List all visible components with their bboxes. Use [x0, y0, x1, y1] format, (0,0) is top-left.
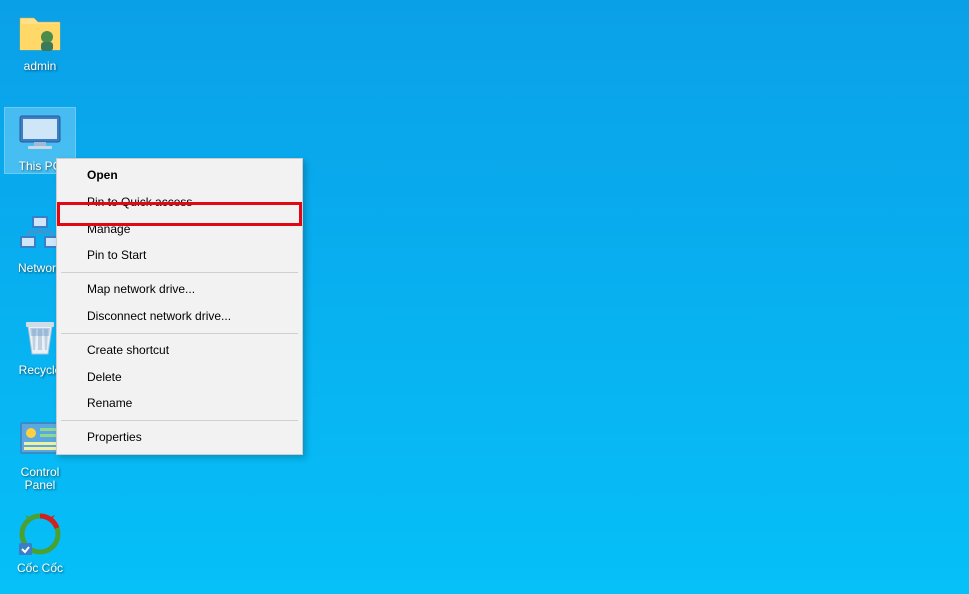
- desktop-icon-label: Control Panel: [5, 466, 75, 492]
- desktop-icon-admin[interactable]: admin: [5, 8, 75, 73]
- menu-item-create-shortcut[interactable]: Create shortcut: [59, 337, 300, 364]
- folder-user-icon: [16, 8, 64, 56]
- this-pc-icon: [16, 108, 64, 156]
- menu-item-rename[interactable]: Rename: [59, 390, 300, 417]
- menu-item-pin-quick-access[interactable]: Pin to Quick access: [59, 189, 300, 216]
- context-menu: Open Pin to Quick access Manage Pin to S…: [56, 158, 303, 455]
- menu-item-open[interactable]: Open: [59, 162, 300, 189]
- menu-item-manage[interactable]: Manage: [59, 216, 300, 243]
- menu-separator: [61, 272, 298, 273]
- menu-item-pin-start[interactable]: Pin to Start: [59, 242, 300, 269]
- menu-separator: [61, 333, 298, 334]
- desktop-icon-label: Cốc Cốc: [17, 562, 63, 575]
- menu-item-delete[interactable]: Delete: [59, 364, 300, 391]
- desktop-icon-label: admin: [24, 60, 57, 73]
- desktop-icon-coc-coc[interactable]: Cốc Cốc: [5, 510, 75, 575]
- desktop-icon-label: This PC: [19, 160, 62, 173]
- desktop-icon-label: Recycle: [19, 364, 62, 377]
- menu-item-properties[interactable]: Properties: [59, 424, 300, 451]
- menu-separator: [61, 420, 298, 421]
- coc-coc-icon: [16, 510, 64, 558]
- menu-item-map-network-drive[interactable]: Map network drive...: [59, 276, 300, 303]
- menu-item-disconnect-network-drive[interactable]: Disconnect network drive...: [59, 303, 300, 330]
